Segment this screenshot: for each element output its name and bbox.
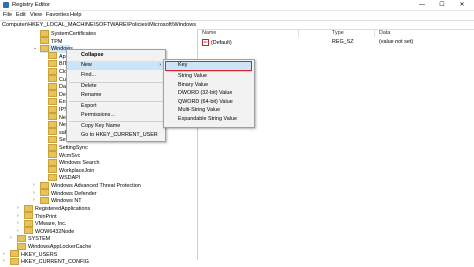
folder-icon [48,120,57,128]
column-header-type[interactable]: Type [332,30,344,36]
menu-item-copy-key-name[interactable]: Copy Key Name [67,122,165,131]
tree-item[interactable]: RegisteredApplications [24,204,90,213]
folder-open-icon [40,44,49,52]
tree-item[interactable]: Windows NT [40,196,82,205]
menu-item-new-label: New [81,62,92,68]
folder-icon [48,151,57,159]
column-header-name[interactable]: Name [202,30,216,36]
value-type: REG_SZ [332,39,354,45]
folder-icon [10,250,19,258]
expand-chevron-icon[interactable]: › [17,213,19,221]
folder-icon [48,90,57,98]
tree-item[interactable]: HKEY_CURRENT_CONFIG [10,257,89,266]
column-header-data[interactable]: Data [379,30,390,36]
menu-file[interactable]: File [3,12,12,18]
menu-item-delete[interactable]: Delete [67,82,165,91]
tree-item[interactable]: WSDAPI [48,173,80,182]
menu-item-collapse[interactable]: Collapse [67,51,165,60]
expand-chevron-icon[interactable]: › [10,235,12,243]
menu-item-dword-value[interactable]: DWORD (32-bit) Value [164,89,254,97]
menu-item-new[interactable]: New › [67,61,165,70]
folder-icon [48,75,57,83]
folder-icon [10,257,19,265]
folder-icon [40,189,49,197]
string-value-icon: ab [202,39,209,46]
folder-icon [48,135,57,143]
menu-item-goto-hkcu[interactable]: Go to HKEY_CURRENT_USER [67,131,165,140]
folder-icon [48,166,57,174]
tree-item[interactable]: Windows Advanced Threat Protection [40,181,141,190]
menu-item-expandable-string-value[interactable]: Expandable String Value [164,115,254,123]
context-menu: Collapse New › Find... Delete Rename Exp… [66,49,166,142]
expand-chevron-icon[interactable]: › [33,197,35,205]
folder-icon [40,181,49,189]
expand-chevron-icon[interactable]: › [17,220,19,228]
folder-icon [48,97,57,105]
expand-chevron-icon[interactable]: › [33,190,35,198]
folder-icon [48,173,57,181]
menu-favorites[interactable]: Favorites [46,12,69,18]
folder-icon [24,227,33,235]
menu-item-permissions[interactable]: Permissions... [67,111,165,120]
close-button[interactable]: ✕ [452,0,472,10]
folder-icon [24,212,33,220]
folder-icon [40,29,49,37]
submenu-arrow-icon: › [159,62,161,68]
tree-item[interactable]: WindowsAppLockerCache [17,242,91,251]
folder-icon [40,196,49,204]
folder-icon [48,158,57,166]
new-submenu: Key String Value Binary Value DWORD (32-… [163,59,255,128]
menu-help[interactable]: Help [70,12,82,18]
title-bar: Registry Editor — ☐ ✕ [0,0,474,11]
address-path: Computer\HKEY_LOCAL_MACHINE\SOFTWARE\Pol… [2,21,197,28]
folder-icon [48,82,57,90]
menu-item-export[interactable]: Export [67,102,165,111]
maximize-button[interactable]: ☐ [432,0,452,10]
expand-chevron-icon[interactable]: › [3,258,5,266]
menu-item-key[interactable]: Key [164,61,254,69]
folder-icon [48,113,57,121]
expand-chevron-icon[interactable]: › [17,205,19,213]
folder-icon [48,105,57,113]
menu-item-binary-value[interactable]: Binary Value [164,81,254,89]
expand-chevron-icon[interactable]: › [3,251,5,259]
column-divider[interactable] [374,29,375,37]
menu-item-rename[interactable]: Rename [67,91,165,100]
folder-icon [48,52,57,60]
menu-item-qword-value[interactable]: QWORD (64-bit) Value [164,98,254,106]
folder-icon [48,67,57,75]
collapse-chevron-icon[interactable]: ⌄ [33,45,37,53]
menu-bar: File Edit View Favorites Help [0,11,474,19]
value-data: (value not set) [379,39,414,45]
menu-item-find[interactable]: Find... [67,71,165,80]
folder-icon [24,204,33,212]
tree-item[interactable]: WOW6432Node [24,227,74,236]
menu-item-multi-string-value[interactable]: Multi-String Value [164,106,254,114]
minimize-button[interactable]: — [412,0,432,10]
folder-icon [24,219,33,227]
folder-icon [17,242,26,250]
column-divider[interactable] [298,29,299,37]
folder-icon [48,143,57,151]
menu-edit[interactable]: Edit [16,12,26,18]
window-title: Registry Editor [12,1,51,8]
menu-item-string-value[interactable]: String Value [164,72,254,80]
folder-icon [17,234,26,242]
folder-icon [48,128,57,136]
expand-chevron-icon[interactable]: › [33,182,35,190]
value-row[interactable]: ab (Default) [202,39,232,47]
registry-editor-icon [3,2,9,8]
folder-icon [48,59,57,67]
folder-icon [40,37,49,45]
menu-view[interactable]: View [30,12,42,18]
